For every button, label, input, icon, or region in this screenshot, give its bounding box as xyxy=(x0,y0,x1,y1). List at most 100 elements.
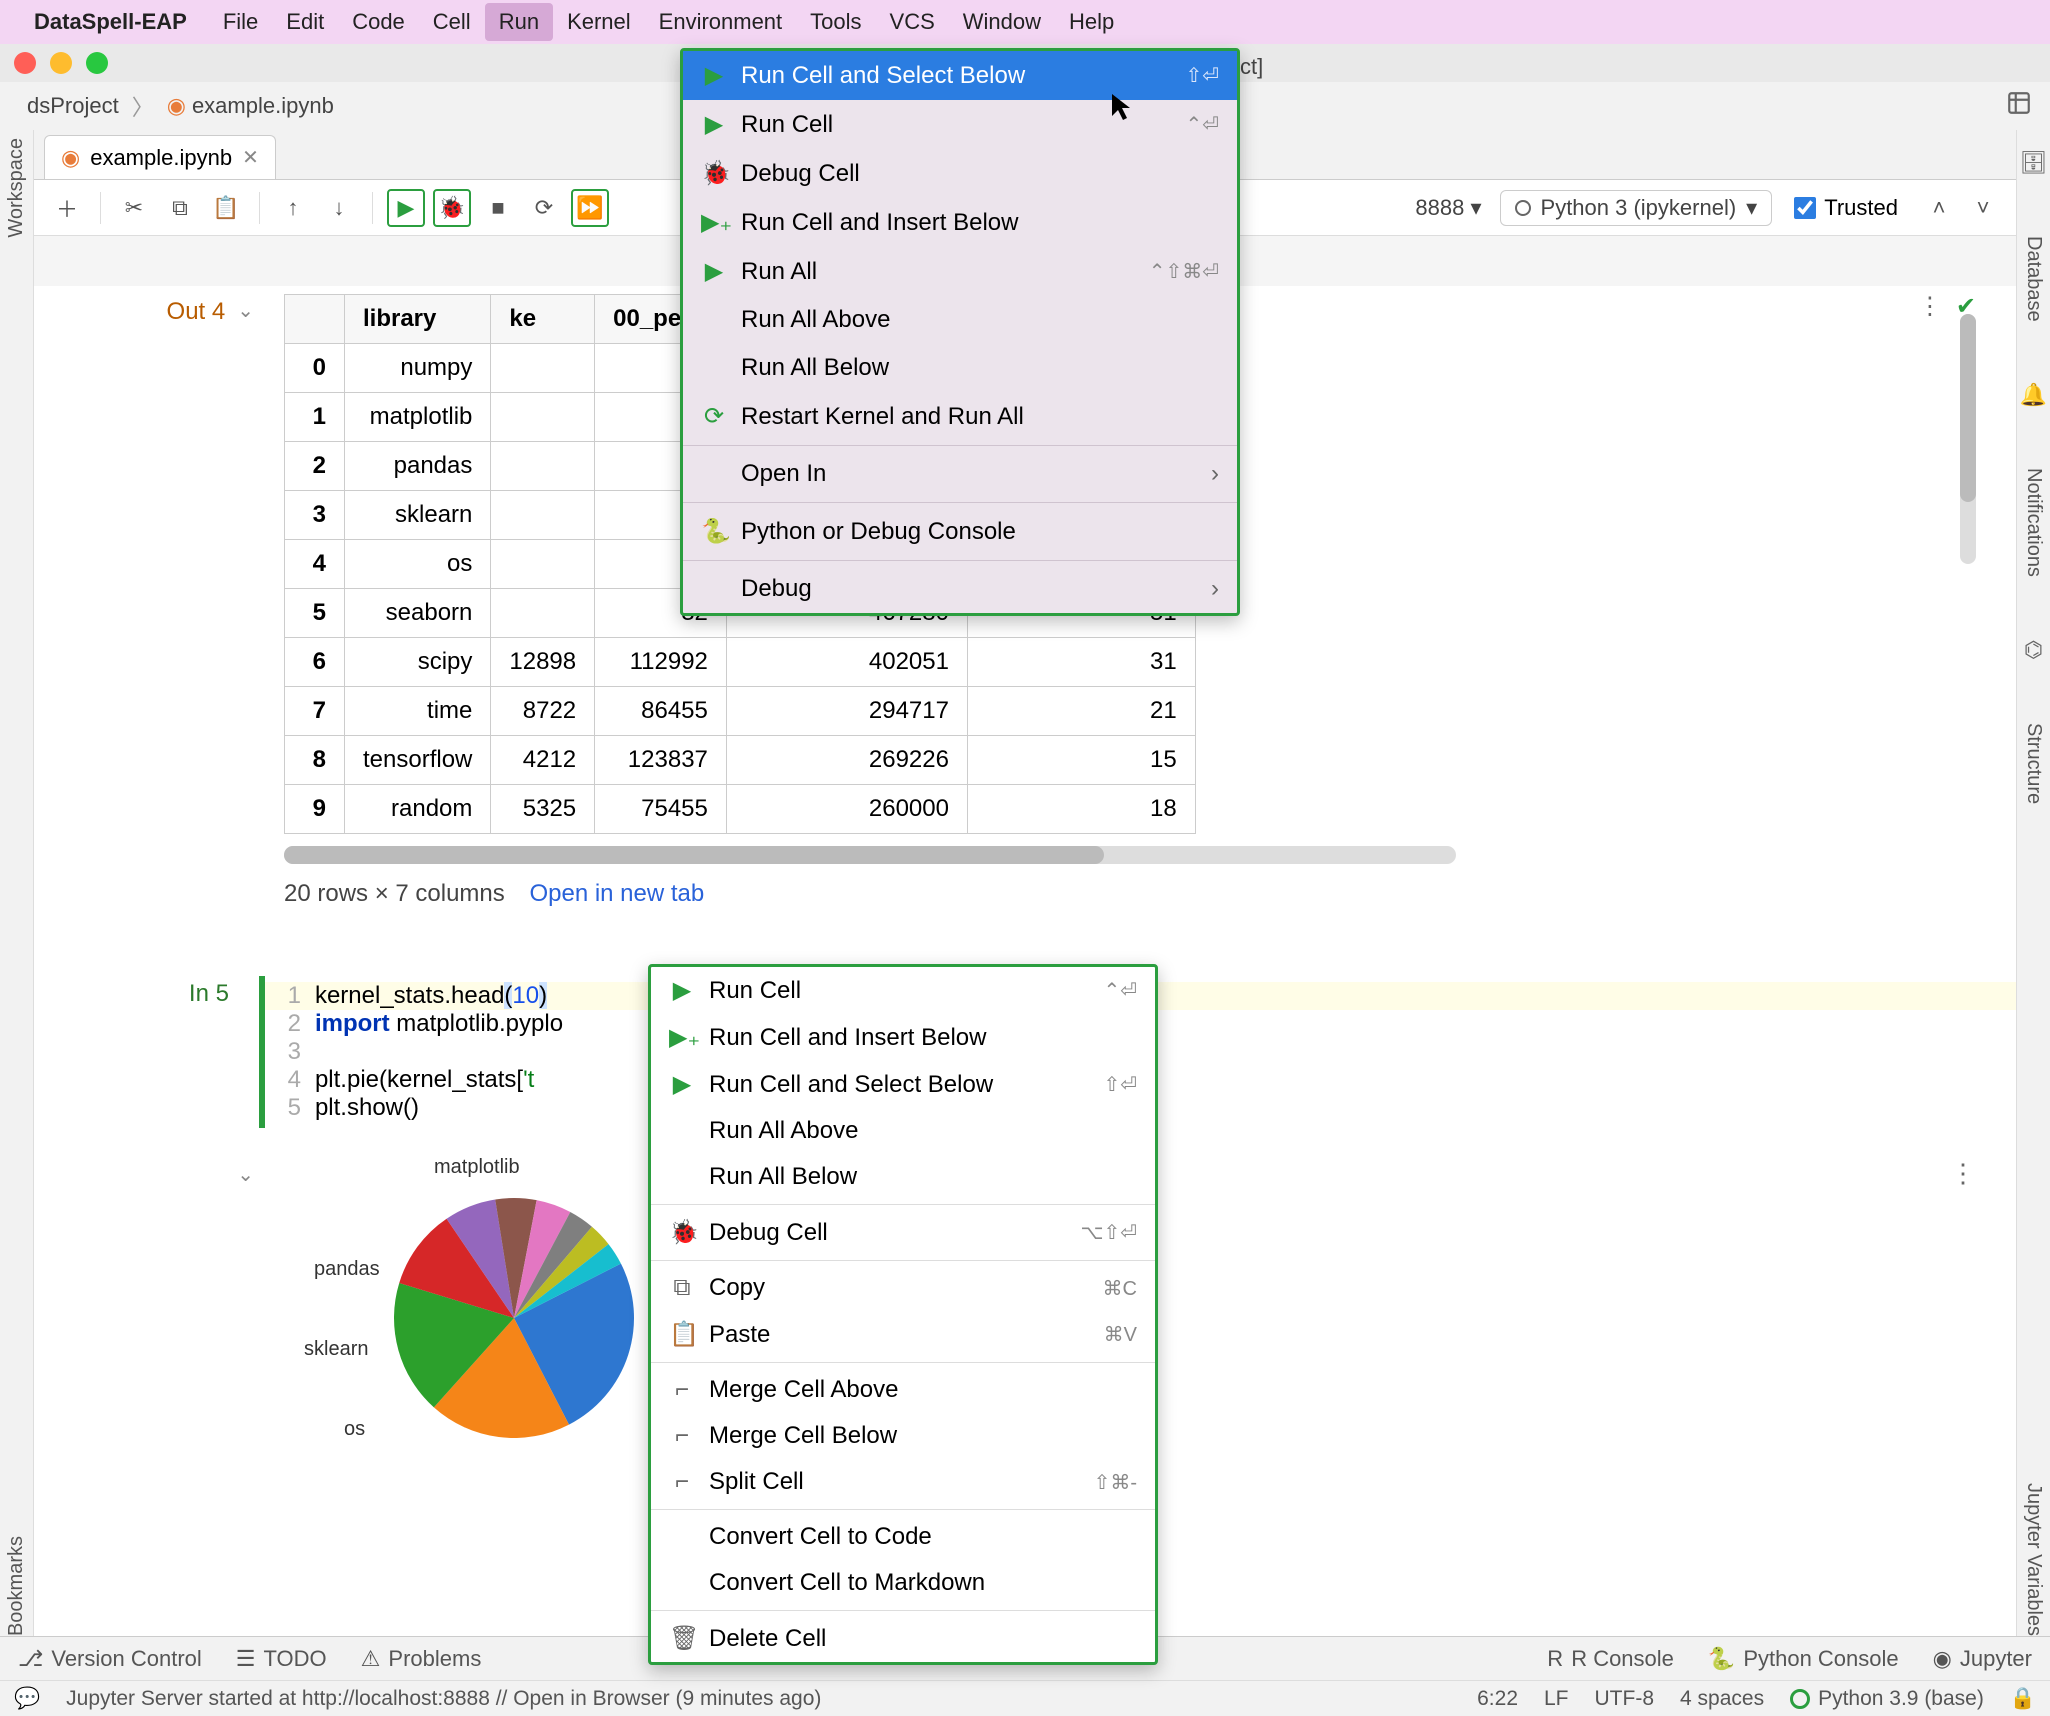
database-icon[interactable]: 🗄 xyxy=(2020,150,2048,176)
ctx-menu-item[interactable]: 📋Paste⌘V xyxy=(651,1311,1155,1358)
todo-tool[interactable]: ☰ TODO xyxy=(236,1646,327,1672)
run-menu-item[interactable]: ▶Run Cell and Select Below⇧⏎ xyxy=(683,51,1237,100)
run-menu-item[interactable]: 🐍Python or Debug Console xyxy=(683,507,1237,556)
r-console-tool[interactable]: R R Console xyxy=(1547,1646,1674,1672)
run-menu-item[interactable]: ▶₊Run Cell and Insert Below xyxy=(683,198,1237,247)
status-encoding[interactable]: UTF-8 xyxy=(1595,1687,1655,1711)
jupyter-tool[interactable]: ◉ Jupyter xyxy=(1933,1646,2032,1672)
version-control-tool[interactable]: ⎇ Version Control xyxy=(18,1646,202,1672)
ctx-menu-item[interactable]: ▶Run Cell⌃⏎ xyxy=(651,967,1155,1014)
app-name[interactable]: DataSpell-EAP xyxy=(34,9,187,35)
python-console-tool[interactable]: 🐍 Python Console xyxy=(1708,1646,1899,1672)
close-icon[interactable]: ✕ xyxy=(242,145,259,170)
status-interpreter[interactable]: Python 3.9 (base) xyxy=(1790,1687,1984,1711)
menu-file[interactable]: File xyxy=(209,3,272,41)
menu-vcs[interactable]: VCS xyxy=(876,3,949,41)
cut-button[interactable]: ✂ xyxy=(115,189,153,227)
status-indent[interactable]: 4 spaces xyxy=(1680,1687,1764,1711)
run-menu-item[interactable]: ⟳Restart Kernel and Run All xyxy=(683,392,1237,441)
menu-run[interactable]: Run xyxy=(485,3,553,41)
ctx-menu-item[interactable]: Convert Cell to Code xyxy=(651,1514,1155,1560)
prev-cell-button[interactable]: ˄ xyxy=(1920,189,1958,227)
ctx-menu-item[interactable]: ▶₊Run Cell and Insert Below xyxy=(651,1014,1155,1061)
menu-edit[interactable]: Edit xyxy=(272,3,338,41)
debug-cell-button[interactable]: 🐞 xyxy=(433,189,471,227)
output-kebab-icon[interactable]: ⋮ xyxy=(1950,1158,1976,1458)
run-menu-item[interactable]: Debug› xyxy=(683,565,1237,613)
ctx-menu-item[interactable]: ▶Run Cell and Select Below⇧⏎ xyxy=(651,1061,1155,1108)
cursor-icon xyxy=(1110,92,1134,129)
menu-environment[interactable]: Environment xyxy=(645,3,797,41)
ctx-menu-item[interactable]: Convert Cell to Markdown xyxy=(651,1560,1155,1606)
menu-cell[interactable]: Cell xyxy=(419,3,485,41)
status-position[interactable]: 6:22 xyxy=(1477,1687,1518,1711)
breadcrumb-file[interactable]: ◉example.ipynb xyxy=(156,88,345,124)
jupyter-vars-tool[interactable]: Jupyter Variables xyxy=(2022,1483,2045,1636)
problems-tool[interactable]: ⚠ Problems xyxy=(361,1646,482,1672)
title-suffix: ct] xyxy=(1240,54,1263,80)
kernel-selector[interactable]: Python 3 (ipykernel) ▾ xyxy=(1500,190,1773,226)
cell-context-menu: ▶Run Cell⌃⏎▶₊Run Cell and Insert Below▶R… xyxy=(648,964,1158,1665)
run-menu-item[interactable]: Open In› xyxy=(683,450,1237,498)
menu-window[interactable]: Window xyxy=(949,3,1055,41)
table-kebab-icon[interactable]: ⋮ xyxy=(1918,292,1942,321)
h-scrollbar[interactable] xyxy=(284,846,1456,864)
in-label: In 5 xyxy=(34,976,259,1128)
bell-icon[interactable]: 🔔 xyxy=(2020,382,2047,408)
copy-button[interactable]: ⧉ xyxy=(161,189,199,227)
ctx-menu-item[interactable]: 🗑Delete Cell xyxy=(651,1615,1155,1662)
traffic-light-close[interactable] xyxy=(14,52,36,74)
status-message[interactable]: Jupyter Server started at http://localho… xyxy=(66,1687,821,1711)
ctx-menu-item[interactable]: ⌐Merge Cell Below xyxy=(651,1413,1155,1459)
restart-button[interactable]: ⟳ xyxy=(525,189,563,227)
structure-tool[interactable]: Structure xyxy=(2022,723,2045,804)
open-in-new-tab-link[interactable]: Open in new tab xyxy=(529,880,704,907)
breadcrumb-project[interactable]: dsProject xyxy=(16,88,130,124)
traffic-light-max[interactable] xyxy=(86,52,108,74)
menu-help[interactable]: Help xyxy=(1055,3,1128,41)
run-menu-item[interactable]: Run All Above xyxy=(683,296,1237,344)
ctx-menu-item[interactable]: ⌐Split Cell⇧⌘- xyxy=(651,1459,1155,1505)
collapse-icon[interactable]: ⌄ xyxy=(237,1162,254,1187)
status-eol[interactable]: LF xyxy=(1544,1687,1569,1711)
structure-icon[interactable]: ⌬ xyxy=(2024,637,2043,663)
traffic-light-min[interactable] xyxy=(50,52,72,74)
run-cell-button[interactable]: ▶ xyxy=(387,189,425,227)
ctx-menu-item[interactable]: ⧉Copy⌘C xyxy=(651,1265,1155,1311)
run-all-button[interactable]: ⏩ xyxy=(571,189,609,227)
move-up-button[interactable]: ↑ xyxy=(274,189,312,227)
run-menu: ▶Run Cell and Select Below⇧⏎▶Run Cell⌃⏎🐞… xyxy=(680,48,1240,616)
tab-example[interactable]: ◉ example.ipynb ✕ xyxy=(44,135,276,179)
ctx-menu-item[interactable]: ⌐Merge Cell Above xyxy=(651,1367,1155,1413)
status-msg-icon[interactable]: 💬 xyxy=(14,1687,40,1711)
menu-tools[interactable]: Tools xyxy=(796,3,875,41)
status-bar: 💬 Jupyter Server started at http://local… xyxy=(0,1680,2050,1716)
run-menu-item[interactable]: 🐞Debug Cell xyxy=(683,149,1237,198)
pie-chart: matplotlib pandas sklearn os xyxy=(284,1158,684,1458)
menu-code[interactable]: Code xyxy=(338,3,419,41)
next-cell-button[interactable]: ˅ xyxy=(1964,189,2002,227)
collapse-icon[interactable]: ⌄ xyxy=(237,298,254,323)
add-cell-button[interactable]: ＋ xyxy=(48,189,86,227)
menu-kernel[interactable]: Kernel xyxy=(553,3,645,41)
status-lock-icon[interactable]: 🔒 xyxy=(2010,1687,2036,1711)
right-tool-stripe: 🗄 Database 🔔 Notifications ⌬ Structure J… xyxy=(2016,130,2050,1656)
ide-settings-icon[interactable] xyxy=(2006,90,2032,122)
ctx-menu-item[interactable]: Run All Below xyxy=(651,1154,1155,1200)
server-selector[interactable]: 8888 ▾ xyxy=(1405,191,1491,225)
stop-button[interactable]: ■ xyxy=(479,189,517,227)
run-menu-item[interactable]: ▶Run All⌃⇧⌘⏎ xyxy=(683,247,1237,296)
run-menu-item[interactable]: Run All Below xyxy=(683,344,1237,392)
notifications-tool[interactable]: Notifications xyxy=(2022,468,2045,577)
ctx-menu-item[interactable]: 🐞Debug Cell⌥⇧⏎ xyxy=(651,1209,1155,1256)
ctx-menu-item[interactable]: Run All Above xyxy=(651,1108,1155,1154)
bookmarks-tool[interactable]: Bookmarks xyxy=(5,1536,28,1636)
paste-button[interactable]: 📋 xyxy=(207,189,245,227)
run-menu-item[interactable]: ▶Run Cell⌃⏎ xyxy=(683,100,1237,149)
workspace-tool[interactable]: Workspace xyxy=(5,138,28,238)
database-tool[interactable]: Database xyxy=(2022,236,2045,322)
move-down-button[interactable]: ↓ xyxy=(320,189,358,227)
trusted-checkbox[interactable]: Trusted xyxy=(1794,195,1898,221)
v-scrollbar[interactable] xyxy=(1960,314,1976,564)
mac-menubar: DataSpell-EAP File Edit Code Cell Run Ke… xyxy=(0,0,2050,44)
